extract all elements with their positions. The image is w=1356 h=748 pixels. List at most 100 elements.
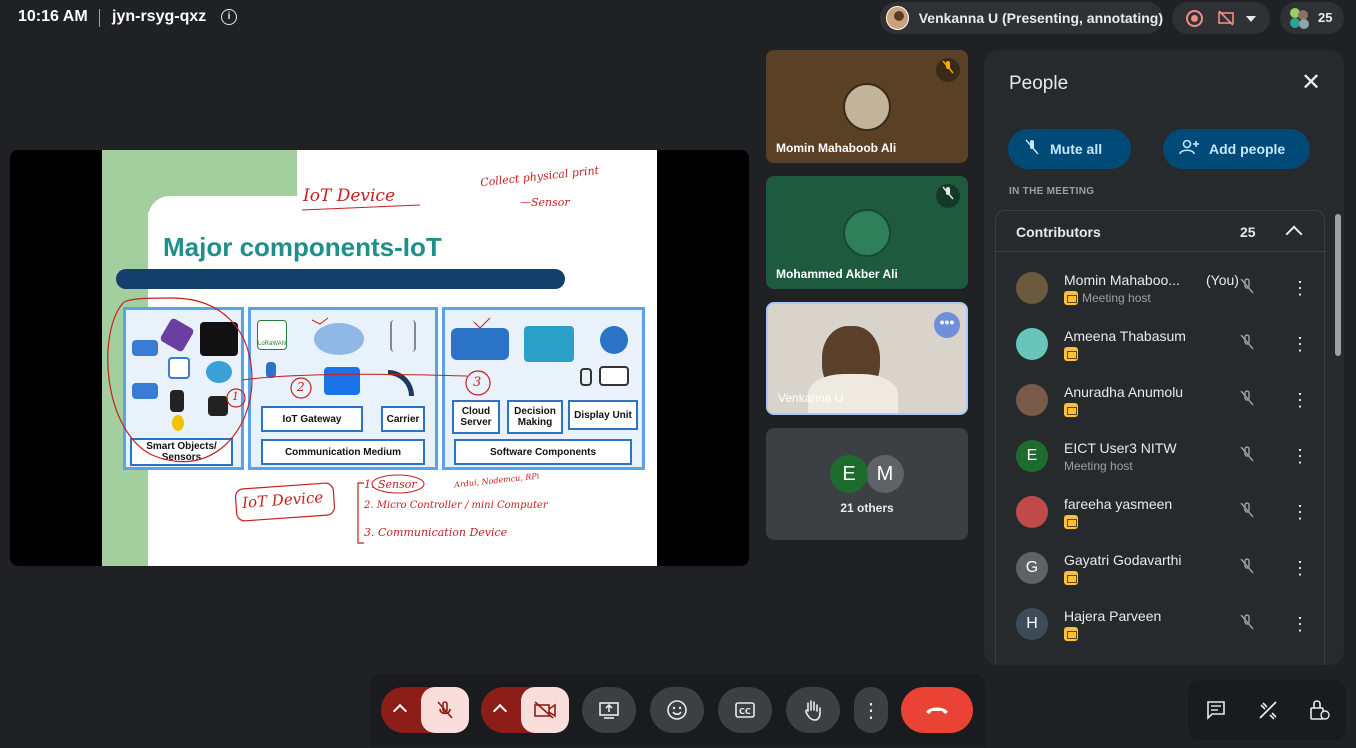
mic-off-icon[interactable] (1237, 334, 1257, 354)
more-vert-icon[interactable]: ⋮ (1291, 390, 1309, 410)
participant-role (1064, 515, 1082, 529)
leave-call-button[interactable] (901, 687, 973, 733)
more-vert-icon[interactable]: ⋮ (1291, 502, 1309, 522)
more-options-button[interactable]: ⋮ (854, 687, 888, 733)
captions-button[interactable]: CC (718, 687, 772, 733)
more-vert-icon[interactable]: ⋮ (1291, 558, 1309, 578)
chat-button[interactable] (1195, 689, 1237, 731)
mic-off-icon[interactable] (1237, 278, 1257, 298)
chevron-up-icon[interactable] (1285, 225, 1303, 243)
section-heading: IN THE MEETING (1009, 186, 1095, 197)
participant-row[interactable]: Anuradha Anumolu ⋮ (996, 372, 1326, 428)
annotate-badge-icon (1064, 627, 1078, 641)
participant-row[interactable]: fareeha yasmeen ⋮ (996, 484, 1326, 540)
annotation-3: 3 (473, 375, 482, 390)
add-people-label: Add people (1209, 141, 1286, 157)
avatar: H (1016, 608, 1048, 640)
scrollbar[interactable] (1335, 214, 1341, 356)
participant-row[interactable]: Ameena Thabasum ⋮ (996, 316, 1326, 372)
participant-name: Momin Mahaboo... (1064, 272, 1180, 288)
participant-tile-video[interactable]: ••• Venkanna U (766, 302, 968, 415)
avatar (843, 83, 891, 131)
participant-role: Meeting host (1064, 291, 1151, 305)
mic-off-icon[interactable] (1237, 446, 1257, 466)
participant-row[interactable]: E EICT User3 NITW Meeting host ⋮ (996, 428, 1326, 484)
mic-control[interactable] (381, 687, 469, 733)
camera-control[interactable] (481, 687, 569, 733)
annotate-badge-icon (1064, 291, 1078, 305)
participant-role (1064, 571, 1082, 585)
annotation-list-2: 2. Micro Controller / mini Computer (364, 500, 548, 511)
participant-row[interactable]: H Hajera Parveen ⋮ (996, 596, 1326, 652)
annotation-1: 1 (232, 390, 239, 403)
slide: Major components-IoT Smart Objects/ Sens… (102, 150, 657, 566)
captions-off-icon (1217, 9, 1235, 27)
mic-off-icon[interactable] (1237, 614, 1257, 634)
add-people-button[interactable]: Add people (1163, 129, 1310, 169)
svg-text:CC: CC (739, 707, 751, 716)
avatar: E (1016, 440, 1048, 472)
contributors-count: 25 (1240, 224, 1256, 240)
presentation-area[interactable]: Major components-IoT Smart Objects/ Sens… (10, 150, 749, 566)
participant-tile[interactable]: Mohammed Akber Ali (766, 176, 968, 289)
participant-row[interactable]: Momin Mahaboo... (You) Meeting host ⋮ (996, 260, 1326, 316)
more-vert-icon[interactable]: ⋮ (1291, 278, 1309, 298)
camera-off-button[interactable] (521, 687, 569, 733)
role-text: Meeting host (1082, 291, 1151, 305)
chevron-up-icon[interactable] (492, 703, 508, 719)
others-tile[interactable]: M E 21 others (766, 428, 968, 540)
you-label: (You) (1206, 272, 1239, 288)
annotation-list-1: 1. Sensor (364, 478, 417, 491)
raise-hand-button[interactable] (786, 687, 840, 733)
more-vert-icon[interactable]: ⋮ (1291, 334, 1309, 354)
top-bar: 10:16 AM jyn-rsyg-qxz i Venkanna U (Pres… (0, 0, 1356, 36)
participant-role: Meeting host (1064, 459, 1133, 473)
close-icon[interactable]: ✕ (1300, 71, 1322, 95)
participants-chip[interactable]: 25 (1280, 2, 1344, 34)
mute-all-button[interactable]: Mute all (1008, 129, 1131, 169)
annotation-2: 2 (297, 380, 305, 394)
participant-name: Gayatri Godavarthi (1064, 552, 1182, 568)
chevron-up-icon[interactable] (392, 703, 408, 719)
recording-chip[interactable] (1172, 2, 1270, 34)
meeting-code: jyn-rsyg-qxz (112, 8, 207, 25)
emoji-button[interactable] (650, 687, 704, 733)
annotate-badge-icon (1064, 515, 1078, 529)
mute-all-label: Mute all (1050, 141, 1103, 157)
present-button[interactable] (582, 687, 636, 733)
participant-name: EICT User3 NITW (1064, 440, 1177, 456)
more-options-icon[interactable]: ••• (934, 312, 960, 338)
participant-name: fareeha yasmeen (1064, 496, 1173, 512)
participant-name: Hajera Parveen (1064, 608, 1162, 624)
presenter-chip[interactable]: Venkanna U (Presenting, annotating) (880, 2, 1163, 34)
avatar: E (830, 455, 868, 493)
raise-hand-icon (805, 700, 821, 721)
mic-off-icon[interactable] (1237, 390, 1257, 410)
participant-name: Momin Mahaboob Ali (776, 141, 897, 155)
annotation-iot-device: IoT Device (303, 186, 396, 206)
participant-tile[interactable]: Momin Mahaboob Ali (766, 50, 968, 163)
annotate-badge-icon (1064, 347, 1078, 361)
participant-role (1064, 347, 1082, 361)
emoji-icon (667, 700, 687, 720)
more-vert-icon[interactable]: ⋮ (1291, 446, 1309, 466)
mic-off-icon (936, 184, 960, 208)
present-icon (599, 702, 619, 719)
mic-off-button[interactable] (421, 687, 469, 733)
participant-name: Ameena Thabasum (1064, 328, 1186, 344)
avatar: G (1016, 552, 1048, 584)
contributors-header[interactable]: Contributors 25 (996, 211, 1326, 252)
participant-row[interactable]: G Gayatri Godavarthi ⋮ (996, 540, 1326, 596)
others-label: 21 others (840, 501, 894, 515)
activities-button[interactable] (1247, 689, 1289, 731)
more-vert-icon[interactable]: ⋮ (1291, 614, 1309, 634)
info-icon[interactable]: i (221, 9, 237, 25)
participant-role (1064, 627, 1082, 641)
participant-name: Venkanna U (778, 391, 844, 405)
hangup-icon (926, 707, 948, 714)
mic-off-icon[interactable] (1237, 502, 1257, 522)
mic-off-icon[interactable] (1237, 558, 1257, 578)
annotation-list-3: 3. Communication Device (364, 526, 508, 539)
host-controls-button[interactable] (1298, 689, 1340, 731)
avatar (1016, 272, 1048, 304)
